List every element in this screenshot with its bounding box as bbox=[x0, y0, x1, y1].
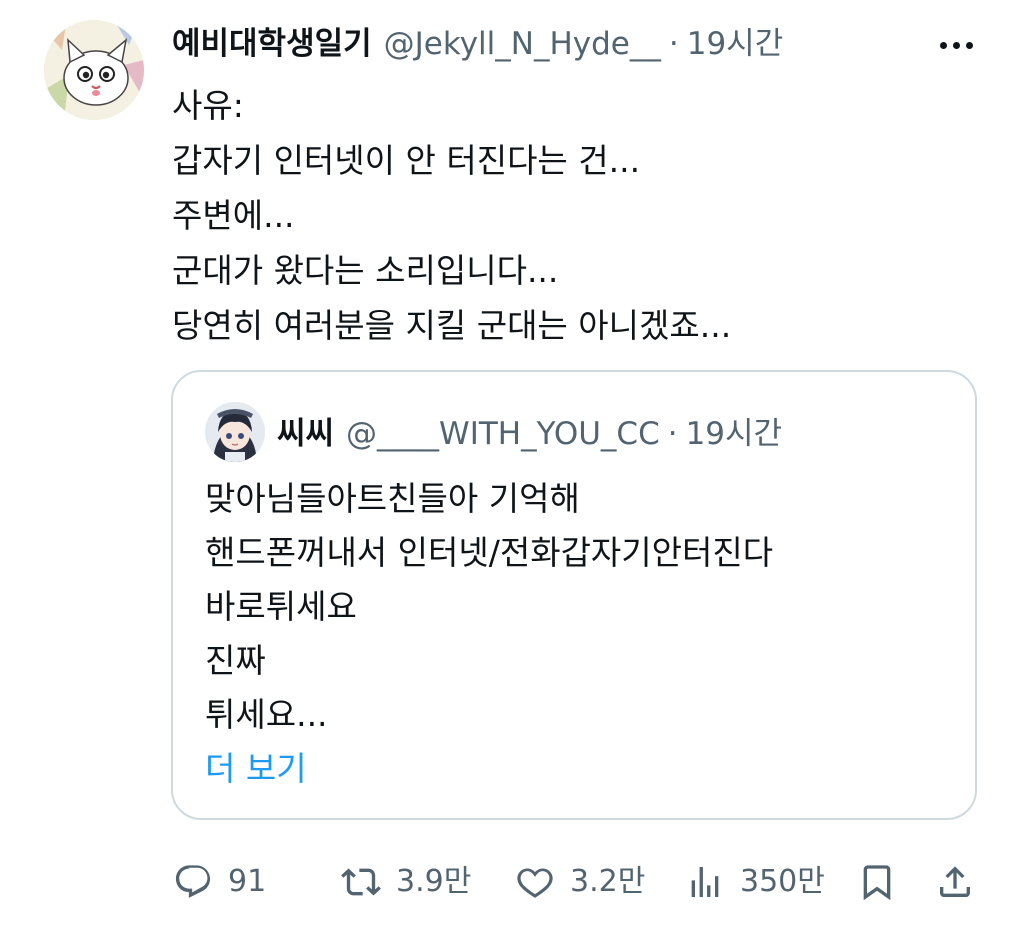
tweet-timestamp[interactable]: 19시간 bbox=[687, 22, 784, 66]
more-button[interactable] bbox=[932, 30, 980, 60]
separator-dot: · bbox=[667, 416, 678, 452]
anime-girl-avatar-icon bbox=[205, 402, 265, 462]
separator-dot: · bbox=[668, 26, 679, 62]
views-button[interactable]: 350만 bbox=[684, 852, 825, 912]
quoted-text-line: 진짜 bbox=[205, 641, 266, 680]
bookmark-button[interactable] bbox=[856, 852, 898, 912]
like-button[interactable]: 3.2만 bbox=[514, 852, 645, 912]
author-handle[interactable]: @Jekyll_N_Hyde__ bbox=[384, 22, 661, 66]
quoted-tweet-text: 맞아님들아트친들아 기억해 핸드폰꺼내서 인터넷/전화갑자기안터진다 바로튀세요… bbox=[205, 472, 945, 796]
views-count: 350만 bbox=[740, 864, 825, 899]
tweet-text-line: 군대가 왔다는 소리입니다... bbox=[172, 251, 559, 290]
reply-icon bbox=[172, 861, 214, 903]
quoted-avatar[interactable] bbox=[205, 402, 265, 462]
tweet: 예비대학생일기 @Jekyll_N_Hyde__ · 19시간 사유: 갑자기 … bbox=[0, 0, 1024, 946]
action-bar: 91 3.9만 3.2만 350만 bbox=[172, 852, 982, 912]
bookmark-icon bbox=[856, 861, 898, 903]
tweet-text-line: 당연히 여러분을 지킬 군대는 아니겠죠... bbox=[172, 306, 732, 345]
tweet-header: 예비대학생일기 @Jekyll_N_Hyde__ · 19시간 bbox=[172, 22, 783, 66]
tweet-text-line: 사유: bbox=[172, 86, 244, 125]
quoted-text-line: 바로튀세요 bbox=[205, 587, 357, 626]
reply-count: 91 bbox=[228, 864, 267, 899]
quoted-author-display-name[interactable]: 씨씨 bbox=[277, 412, 334, 456]
retweet-count: 3.9만 bbox=[396, 864, 472, 899]
share-icon bbox=[934, 861, 976, 903]
like-count: 3.2만 bbox=[570, 864, 646, 899]
reply-button[interactable]: 91 bbox=[172, 852, 266, 912]
retweet-button[interactable]: 3.9만 bbox=[340, 852, 471, 912]
author-display-name[interactable]: 예비대학생일기 bbox=[172, 22, 372, 66]
tweet-text: 사유: 갑자기 인터넷이 안 터진다는 건... 주변에... 군대가 왔다는 … bbox=[172, 78, 972, 353]
cat-avatar-icon bbox=[44, 20, 144, 120]
tweet-text-line: 갑자기 인터넷이 안 터진다는 건... bbox=[172, 141, 641, 180]
retweet-icon bbox=[340, 861, 382, 903]
quoted-author-handle[interactable]: @____WITH_YOU_CC bbox=[346, 412, 660, 456]
quoted-tweet-timestamp[interactable]: 19시간 bbox=[686, 412, 783, 456]
quoted-text-line: 튀세요... bbox=[205, 695, 328, 734]
quoted-tweet-card[interactable]: 씨씨 @____WITH_YOU_CC · 19시간 맞아님들아트친들아 기억해… bbox=[171, 370, 977, 820]
quoted-tweet-header: 씨씨 @____WITH_YOU_CC · 19시간 bbox=[277, 412, 782, 456]
heart-icon bbox=[514, 861, 556, 903]
quoted-text-line: 핸드폰꺼내서 인터넷/전화갑자기안터진다 bbox=[205, 533, 774, 572]
more-icon bbox=[939, 41, 947, 49]
avatar[interactable] bbox=[44, 20, 144, 120]
views-icon bbox=[684, 861, 726, 903]
quoted-text-line: 맞아님들아트친들아 기억해 bbox=[205, 479, 580, 518]
show-more-link[interactable]: 더 보기 bbox=[205, 742, 945, 796]
tweet-text-line: 주변에... bbox=[172, 196, 295, 235]
share-button[interactable] bbox=[934, 852, 976, 912]
